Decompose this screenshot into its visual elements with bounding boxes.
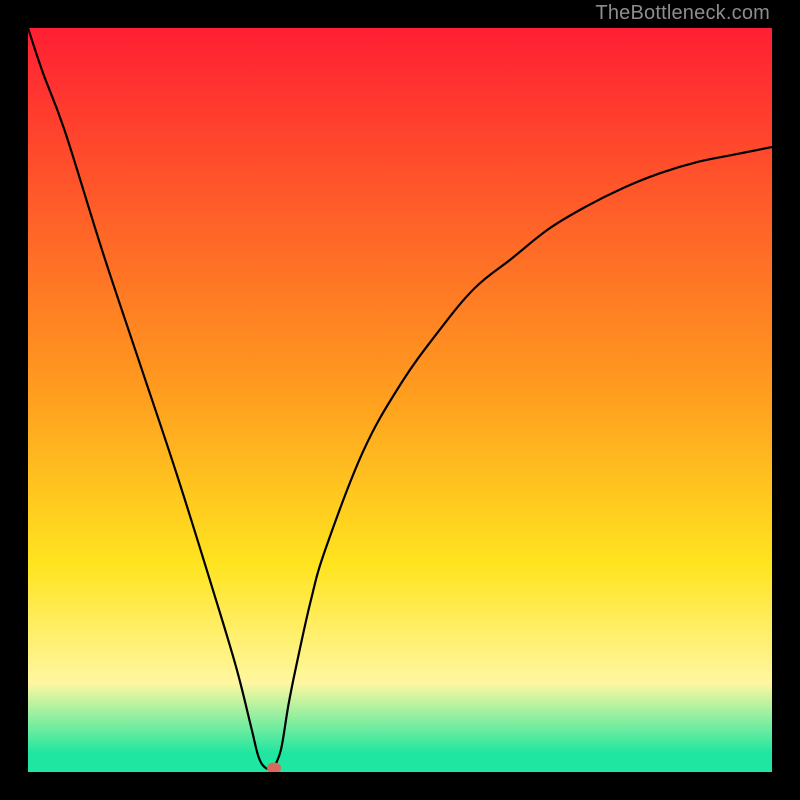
chart-frame: TheBottleneck.com — [0, 0, 800, 800]
watermark-text: TheBottleneck.com — [595, 2, 770, 25]
curve-right-branch — [274, 147, 772, 768]
bottleneck-curve — [28, 28, 772, 772]
plot-area — [28, 28, 772, 772]
optimum-dot — [267, 763, 281, 772]
curve-left-branch — [28, 28, 274, 769]
